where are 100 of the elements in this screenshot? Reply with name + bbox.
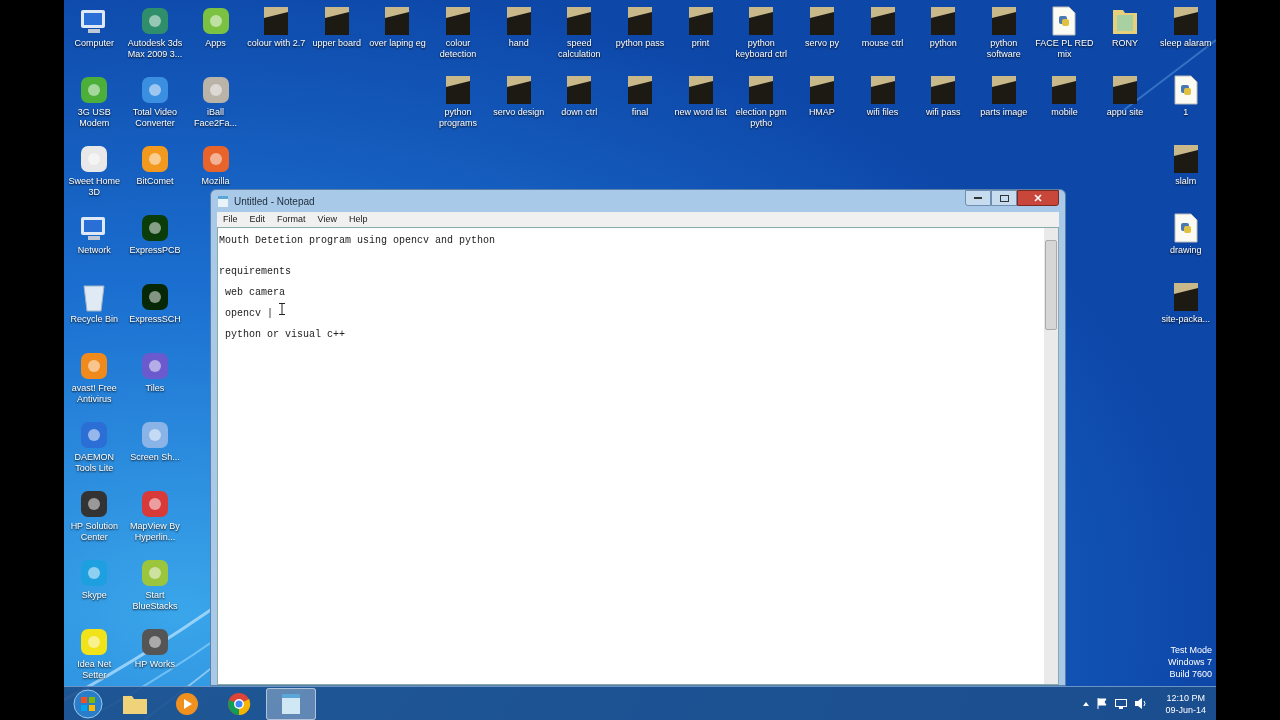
desktop-icon-label[interactable]: election pgm pytho bbox=[731, 107, 792, 129]
desktop-icon-label[interactable]: mouse ctrl bbox=[852, 38, 913, 49]
scrollbar[interactable] bbox=[1044, 228, 1058, 684]
text-line: Mouth Detetion program using opencv and python bbox=[219, 234, 496, 248]
desktop-icon-label[interactable]: slalm bbox=[1155, 176, 1216, 187]
desktop-icon-label[interactable]: ExpressPCB bbox=[124, 245, 185, 256]
desktop-icon-label[interactable]: site-packa... bbox=[1155, 314, 1216, 325]
desktop-icon-label[interactable]: avast! Free Antivirus bbox=[64, 383, 125, 405]
desktop-icon-label[interactable]: python bbox=[913, 38, 974, 49]
desktop-icon-label[interactable]: over laping eg bbox=[367, 38, 428, 49]
document-icon bbox=[1173, 75, 1198, 105]
desktop-icon-label[interactable]: Tiles bbox=[124, 383, 185, 394]
clock-time[interactable]: 12:10 PM bbox=[1166, 691, 1205, 704]
file-thumbnail-icon bbox=[627, 6, 653, 36]
file-thumbnail-icon bbox=[505, 6, 532, 36]
desktop-icon-label[interactable]: wifi files bbox=[852, 107, 913, 118]
desktop-icon-label[interactable]: DAEMON Tools Lite bbox=[64, 452, 125, 474]
app-icon bbox=[79, 627, 110, 657]
desktop-icon-label[interactable]: upper board bbox=[306, 38, 367, 49]
desktop-icon-label[interactable]: hand bbox=[488, 38, 549, 49]
desktop-icon-label[interactable]: mobile bbox=[1034, 107, 1095, 118]
file-thumbnail-icon bbox=[1172, 282, 1199, 312]
text-line: opencv | bbox=[224, 307, 274, 321]
desktop-icon-label[interactable]: print bbox=[670, 38, 731, 49]
file-thumbnail-icon bbox=[990, 75, 1017, 105]
desktop-icon-label[interactable]: new word list bbox=[670, 107, 731, 118]
desktop-icon-label[interactable]: Total Video Converter bbox=[124, 107, 185, 129]
desktop-icon-label[interactable]: speed calculation bbox=[549, 38, 610, 60]
menu-item[interactable]: Format bbox=[277, 212, 306, 227]
desktop-icon-label[interactable]: down ctrl bbox=[549, 107, 610, 118]
file-thumbnail-icon bbox=[445, 75, 472, 105]
desktop-icon-label[interactable]: colour detection bbox=[428, 38, 489, 60]
desktop-icon-label[interactable]: colour with 2.7 bbox=[246, 38, 307, 49]
desktop-icon-label[interactable]: iBall Face2Fa... bbox=[185, 107, 246, 129]
browser-icon bbox=[227, 691, 251, 716]
desktop-icon-label[interactable]: Autodesk 3ds Max 2009 3... bbox=[124, 38, 185, 60]
desktop-icon-label[interactable]: 1 bbox=[1155, 107, 1216, 118]
taskbar-app-button[interactable] bbox=[266, 687, 316, 720]
os-notice-text: Build 7600 bbox=[1169, 668, 1212, 680]
file-thumbnail-icon bbox=[1172, 144, 1199, 174]
maximize-button[interactable] bbox=[991, 190, 1017, 206]
desktop-icon-label[interactable]: parts image bbox=[973, 107, 1034, 118]
menu-item[interactable]: View bbox=[317, 212, 337, 227]
document-icon bbox=[1052, 6, 1077, 36]
desktop-icon-label[interactable]: Screen Sh... bbox=[124, 452, 185, 463]
volume-icon[interactable] bbox=[1135, 698, 1148, 709]
file-thumbnail-icon bbox=[1051, 75, 1078, 105]
file-thumbnail-icon bbox=[323, 6, 350, 36]
desktop-icon-label[interactable]: Computer bbox=[64, 38, 125, 49]
text-line: web camera bbox=[224, 286, 285, 300]
file-thumbnail-icon bbox=[808, 6, 835, 36]
menu-item[interactable]: Edit bbox=[249, 212, 266, 227]
file-thumbnail-icon bbox=[687, 75, 714, 105]
desktop-icon-label[interactable]: final bbox=[610, 107, 670, 118]
desktop-icon-label[interactable]: sleep alaram bbox=[1155, 38, 1216, 49]
desktop-icon-label[interactable]: Recycle Bin bbox=[64, 314, 125, 325]
network-icon[interactable] bbox=[1115, 698, 1128, 709]
desktop-icon-label[interactable]: servo design bbox=[488, 107, 549, 118]
desktop-icon-label[interactable]: HMAP bbox=[791, 107, 852, 118]
text-cursor-icon bbox=[279, 303, 285, 315]
desktop-icon-label[interactable]: Sweet Home 3D bbox=[64, 176, 125, 198]
file-thumbnail-icon bbox=[869, 6, 896, 36]
file-thumbnail-icon bbox=[263, 6, 290, 36]
desktop-icon-label[interactable]: 3G USB Modem bbox=[64, 107, 125, 129]
file-thumbnail-icon bbox=[627, 75, 653, 105]
menu-item[interactable]: File bbox=[223, 212, 238, 227]
file-thumbnail-icon bbox=[505, 75, 532, 105]
play-icon bbox=[175, 691, 199, 716]
desktop-icon-label[interactable]: python keyboard ctrl bbox=[731, 38, 792, 60]
desktop-icon-label[interactable]: python pass bbox=[610, 38, 670, 49]
caret-up-icon[interactable] bbox=[1083, 701, 1090, 706]
desktop-icon-label[interactable]: BitComet bbox=[124, 176, 185, 187]
desktop-icon-label[interactable]: wifi pass bbox=[913, 107, 974, 118]
app-icon bbox=[79, 489, 110, 519]
clock-date[interactable]: 09-Jun-14 bbox=[1165, 703, 1206, 716]
menu-item[interactable]: Help bbox=[348, 212, 368, 227]
desktop-icon-label[interactable]: Apps bbox=[185, 38, 246, 49]
desktop-icon-label[interactable]: python software bbox=[973, 38, 1034, 60]
desktop-icon-label[interactable]: Network bbox=[64, 245, 125, 256]
os-notice-text: Windows 7 bbox=[1168, 656, 1212, 668]
desktop-icon-label[interactable]: appu site bbox=[1095, 107, 1156, 118]
desktop-icon-label[interactable]: FACE PL RED mix bbox=[1034, 38, 1095, 60]
file-thumbnail-icon bbox=[566, 6, 593, 36]
file-thumbnail-icon bbox=[930, 6, 957, 36]
desktop-icon-label[interactable]: Mozilla bbox=[185, 176, 246, 187]
file-thumbnail-icon bbox=[930, 75, 957, 105]
desktop-icon-label[interactable]: servo py bbox=[791, 38, 852, 49]
window-title: Untitled - Notepad bbox=[234, 194, 315, 209]
desktop-icon-label[interactable]: ExpressSCH bbox=[124, 314, 185, 325]
file-thumbnail-icon bbox=[748, 6, 775, 36]
file-thumbnail-icon bbox=[748, 75, 775, 105]
close-icon bbox=[1034, 194, 1042, 202]
app-icon bbox=[79, 558, 110, 588]
minimize-button[interactable] bbox=[965, 190, 991, 206]
flag-icon[interactable] bbox=[1097, 698, 1108, 709]
file-thumbnail-icon bbox=[445, 6, 472, 36]
desktop-icon-label[interactable]: drawing bbox=[1155, 245, 1216, 256]
close-button[interactable] bbox=[1017, 190, 1059, 206]
desktop-icon-label[interactable]: python programs bbox=[428, 107, 489, 129]
desktop-icon-label[interactable]: RONY bbox=[1095, 38, 1156, 49]
